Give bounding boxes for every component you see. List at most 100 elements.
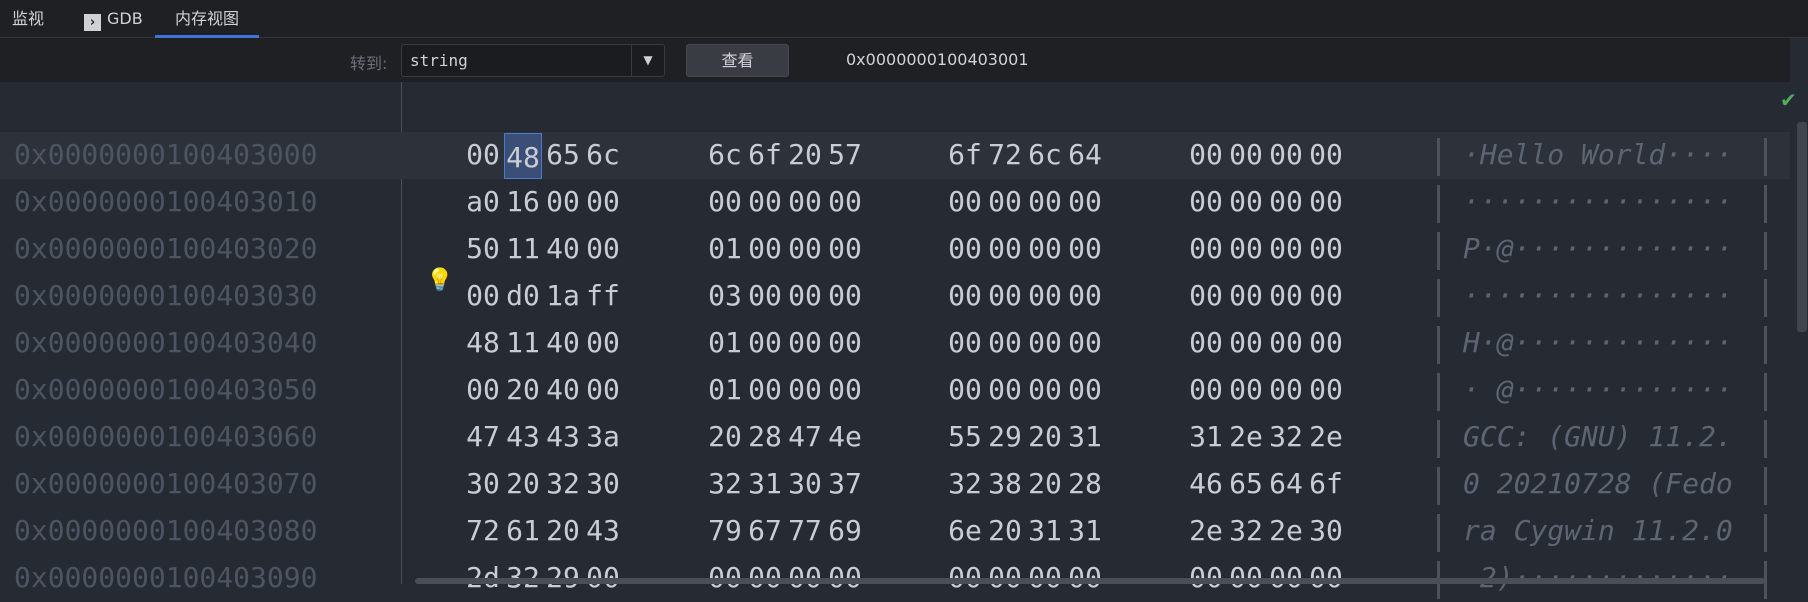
hex-byte[interactable]: 00 [1228,279,1264,312]
hex-byte[interactable]: 00 [1188,373,1224,406]
hex-byte[interactable]: 03 [707,279,743,312]
hex-byte[interactable]: 43 [585,514,621,547]
hex-byte[interactable]: 31 [1188,420,1224,453]
hex-byte[interactable]: 2e [1228,420,1264,453]
hex-byte[interactable]: 30 [787,467,823,500]
hex-byte[interactable]: 00 [787,373,823,406]
hex-byte[interactable]: 40 [545,373,581,406]
hex-byte[interactable]: 00 [585,373,621,406]
hex-byte[interactable]: 57 [827,138,863,171]
hex-byte[interactable]: 77 [787,514,823,547]
hex-byte[interactable]: 11 [505,326,541,359]
hex-byte[interactable]: 00 [1188,279,1224,312]
hex-byte[interactable]: 00 [1067,185,1103,218]
hex-byte[interactable]: 20 [787,138,823,171]
hex-byte[interactable]: 47 [787,420,823,453]
hex-byte[interactable]: 16 [505,185,541,218]
hex-byte[interactable]: 00 [1188,138,1224,171]
hex-byte[interactable]: 00 [747,232,783,265]
hex-byte[interactable]: 00 [585,232,621,265]
hex-byte[interactable]: 00 [1067,373,1103,406]
expression-combobox[interactable]: string ▼ [401,44,665,77]
hex-byte[interactable]: 28 [747,420,783,453]
hex-byte[interactable]: 55 [947,420,983,453]
ascii-text[interactable]: GCC: (GNU) 11.2. [1463,420,1733,453]
hex-byte[interactable]: 00 [1188,326,1224,359]
hex-byte[interactable]: ff [585,279,621,312]
hex-byte[interactable]: 72 [465,514,501,547]
hex-byte[interactable]: 28 [1067,467,1103,500]
hex-byte[interactable]: 00 [827,373,863,406]
hex-byte[interactable]: 00 [585,326,621,359]
hex-byte[interactable]: 79 [707,514,743,547]
hex-byte[interactable]: 00 [1268,185,1304,218]
hex-byte[interactable]: 61 [505,514,541,547]
ascii-text[interactable]: ················ [1463,185,1733,218]
hex-byte[interactable]: 64 [1067,138,1103,171]
hex-byte[interactable]: 6c [585,138,621,171]
hex-byte[interactable]: 2e [1308,420,1344,453]
hex-byte[interactable]: 01 [707,373,743,406]
hex-byte[interactable]: 48 [504,133,542,179]
hex-byte[interactable]: 00 [1027,185,1063,218]
hex-byte[interactable]: 6e [947,514,983,547]
hex-byte[interactable]: 00 [787,279,823,312]
hex-byte[interactable]: 20 [545,514,581,547]
hex-byte[interactable]: 11 [505,232,541,265]
hex-byte[interactable]: 30 [1308,514,1344,547]
hex-byte[interactable]: 30 [465,467,501,500]
hex-byte[interactable]: 6f [747,138,783,171]
hex-byte[interactable]: 00 [827,185,863,218]
hex-byte[interactable]: 00 [1308,232,1344,265]
hex-byte[interactable]: 01 [707,232,743,265]
hex-byte[interactable]: 29 [987,420,1023,453]
hex-byte[interactable]: 00 [1308,373,1344,406]
hex-byte[interactable]: 00 [1228,138,1264,171]
hex-byte[interactable]: a0 [465,185,501,218]
hex-byte[interactable]: 00 [987,232,1023,265]
hex-byte[interactable]: 20 [707,420,743,453]
hex-byte[interactable]: 20 [505,373,541,406]
view-button[interactable]: 查看 [686,44,789,77]
hex-byte[interactable]: 3a [585,420,621,453]
hex-byte[interactable]: 00 [1067,232,1103,265]
hex-byte[interactable]: 4e [827,420,863,453]
tab-watch[interactable]: 监视 [12,0,44,38]
hex-byte[interactable]: 00 [987,326,1023,359]
hex-byte[interactable]: 1a [545,279,581,312]
hex-byte[interactable]: 00 [1308,279,1344,312]
hex-byte[interactable]: 00 [465,138,501,171]
hex-byte[interactable]: 00 [747,185,783,218]
hex-byte[interactable]: 00 [747,373,783,406]
hex-byte[interactable]: 32 [1228,514,1264,547]
hex-byte[interactable]: 00 [987,373,1023,406]
hex-byte[interactable]: 64 [1268,467,1304,500]
ascii-text[interactable]: P·@············· [1463,232,1733,265]
hex-byte[interactable]: 30 [585,467,621,500]
hex-byte[interactable]: 00 [1308,326,1344,359]
hex-byte[interactable]: 00 [1027,232,1063,265]
hex-byte[interactable]: 00 [947,232,983,265]
hex-byte[interactable]: 00 [1027,373,1063,406]
hex-byte[interactable]: 00 [747,326,783,359]
hex-byte[interactable]: 67 [747,514,783,547]
hex-byte[interactable]: 31 [1027,514,1063,547]
hex-byte[interactable]: 47 [465,420,501,453]
hex-byte[interactable]: 00 [1188,185,1224,218]
hex-byte[interactable]: 00 [465,373,501,406]
hex-byte[interactable]: 31 [1067,514,1103,547]
hex-byte[interactable]: 65 [545,138,581,171]
hex-byte[interactable]: 00 [1228,232,1264,265]
hex-byte[interactable]: 00 [1188,232,1224,265]
hex-byte[interactable]: 6f [947,138,983,171]
ascii-text[interactable]: · @············· [1463,373,1733,406]
hex-byte[interactable]: 00 [947,373,983,406]
hex-byte[interactable]: 6c [1027,138,1063,171]
hex-byte[interactable]: 00 [1228,326,1264,359]
ascii-text[interactable]: ra Cygwin 11.2.0 [1463,514,1733,547]
hex-byte[interactable]: 20 [1027,467,1063,500]
hex-byte[interactable]: 72 [987,138,1023,171]
hex-byte[interactable]: 00 [545,185,581,218]
hex-byte[interactable]: 00 [827,232,863,265]
dropdown-arrow-icon[interactable]: ▼ [631,45,664,76]
